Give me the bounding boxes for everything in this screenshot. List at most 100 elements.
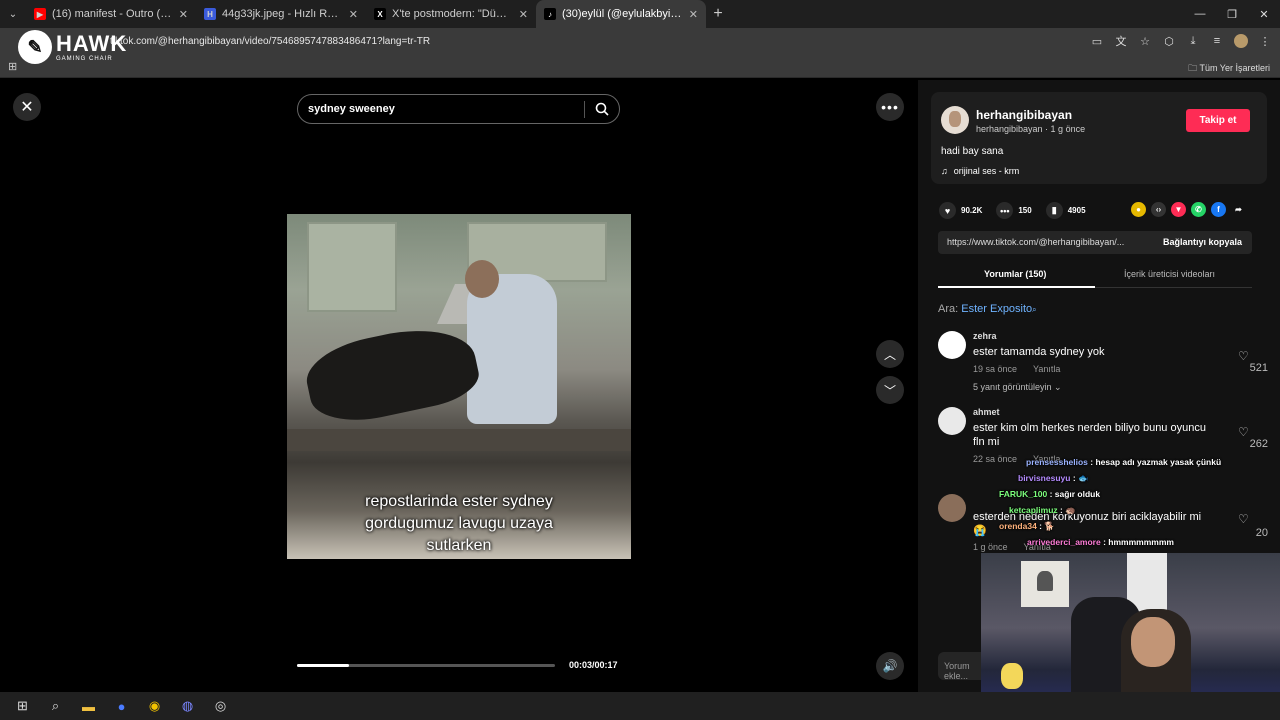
extensions-icon[interactable]: ⬡ xyxy=(1162,34,1176,48)
search-input[interactable]: sydney sweeney xyxy=(308,103,395,115)
search-bar[interactable]: sydney sweeney xyxy=(297,94,620,124)
next-video-button[interactable]: ﹀ xyxy=(876,376,904,404)
restore-icon[interactable]: ❐ xyxy=(1216,0,1248,28)
comment-author[interactable]: zehra xyxy=(973,331,997,341)
bookmarks-bar: ⊞ 🗀 Tüm Yer İşaretleri xyxy=(0,56,1280,78)
embed-icon[interactable]: ‹› xyxy=(1151,202,1166,217)
tab-close-icon[interactable]: ✕ xyxy=(689,8,698,21)
view-replies-button[interactable]: 5 yanıt görüntüleyin ⌄ xyxy=(973,382,1062,393)
music-note-icon: ♫ xyxy=(941,166,948,176)
comment-author[interactable]: ahmet xyxy=(973,407,1000,417)
whatsapp-icon[interactable]: ✆ xyxy=(1191,202,1206,217)
hawk-logo: ✎ HAWK GAMING CHAIR xyxy=(18,30,127,64)
tab-close-icon[interactable]: ✕ xyxy=(179,8,188,21)
browser-tab[interactable]: ▶ (16) manifest - Outro (Extended) ✕ xyxy=(26,0,196,28)
url-field[interactable]: tiktok.com/@herhangibibayan/video/754689… xyxy=(110,36,430,47)
tab-close-icon[interactable]: ✕ xyxy=(349,8,358,21)
comment-like-icon[interactable]: ♡ xyxy=(1238,349,1249,363)
progress-bar[interactable] xyxy=(297,664,555,667)
like-button[interactable]: ♥ 90.2K xyxy=(939,202,982,219)
chat-message: prensesshelios : hesap adı yazmak yasak … xyxy=(1026,457,1221,467)
avatar[interactable] xyxy=(938,494,966,522)
volume-button[interactable]: 🔊 xyxy=(876,652,904,680)
obs-icon[interactable]: ◎ xyxy=(204,692,237,720)
video-frame[interactable]: repostlarinda ester sydney gordugumuz la… xyxy=(287,214,631,559)
avatar[interactable] xyxy=(938,407,966,435)
search-icon[interactable]: ⌕ xyxy=(39,692,72,720)
chat-message: birvisnesuyu : 🐟 xyxy=(1018,473,1089,484)
tab-title: (30)eylül (@eylulakbyik) | Ti xyxy=(562,8,683,20)
search-term[interactable]: Ester Exposito xyxy=(961,303,1032,315)
facebook-icon[interactable]: f xyxy=(1211,202,1226,217)
reply-button[interactable]: Yanıtla xyxy=(1033,364,1060,374)
tab-close-icon[interactable]: ✕ xyxy=(519,8,528,21)
browser-tab[interactable]: H 44g33jk.jpeg - Hızlı Resim ✕ xyxy=(196,0,366,28)
close-window-icon[interactable]: ✕ xyxy=(1248,0,1280,28)
browser-tab[interactable]: X X'te postmodern: "Dün gece ✕ xyxy=(366,0,536,28)
comment-text: ester kim olm herkes nerden biliyo bunu … xyxy=(973,422,1206,448)
more-options-button[interactable]: ••• xyxy=(876,93,904,121)
translate-icon[interactable]: 文 xyxy=(1114,34,1128,48)
chevron-up-icon: ︿ xyxy=(883,347,896,362)
comment-button[interactable]: ••• 150 xyxy=(996,202,1032,219)
avatar[interactable] xyxy=(941,106,969,134)
tab-search-button[interactable]: ⌄ xyxy=(0,0,26,28)
user-subline: herhangibibayan · 1 g önce xyxy=(976,124,1086,134)
tab-bar: ⌄ ▶ (16) manifest - Outro (Extended) ✕ H… xyxy=(0,0,1280,28)
chat-message: FARUK_100 : sağır olduk xyxy=(999,489,1100,499)
comment-like-icon[interactable]: ♡ xyxy=(1238,512,1249,526)
menu-icon[interactable]: ⋮ xyxy=(1258,34,1272,48)
cast-icon[interactable]: ▭ xyxy=(1090,34,1104,48)
follow-button[interactable]: Takip et xyxy=(1186,109,1250,132)
send-icon[interactable]: ▼ xyxy=(1171,202,1186,217)
previous-video-button[interactable]: ︿ xyxy=(876,340,904,368)
related-search[interactable]: Ara: Ester Exposito⌕ xyxy=(938,303,1037,315)
caption-line: sutlarken xyxy=(426,537,492,554)
discord-icon[interactable]: ◍ xyxy=(171,692,204,720)
profile-avatar[interactable] xyxy=(1234,34,1248,48)
music-link[interactable]: ♫ orijinal ses - krm xyxy=(941,166,1019,176)
new-tab-button[interactable]: + xyxy=(706,5,730,23)
video-player[interactable]: sydney sweeney repostlarinda ester sydne… xyxy=(287,80,631,692)
windows-icon[interactable]: ⊞ xyxy=(6,692,39,720)
apps-icon[interactable]: ⊞ xyxy=(8,60,17,73)
share-buttons: ● ‹› ▼ ✆ f ➦ xyxy=(1131,202,1246,217)
coin-icon[interactable]: ● xyxy=(1131,202,1146,217)
copy-link-button[interactable]: Bağlantıyı kopyala xyxy=(1163,237,1242,247)
all-bookmarks[interactable]: 🗀 Tüm Yer İşaretleri xyxy=(1188,61,1270,77)
save-count: 4905 xyxy=(1067,206,1086,215)
comment-time: 19 sa önce xyxy=(973,364,1018,374)
minimize-icon[interactable]: — xyxy=(1184,0,1216,28)
tab-creator-videos[interactable]: İçerik üreticisi videoları xyxy=(1124,269,1215,279)
username[interactable]: herhangibibayan xyxy=(976,108,1072,122)
comment-time: 1 g önce xyxy=(973,542,1008,552)
app-icon[interactable]: ● xyxy=(105,692,138,720)
tab-comments[interactable]: Yorumlar (150) xyxy=(984,269,1046,279)
folder-icon[interactable]: ▬ xyxy=(72,692,105,720)
star-icon[interactable]: ☆ xyxy=(1138,34,1152,48)
share-arrow-icon[interactable]: ➦ xyxy=(1231,202,1246,217)
reading-list-icon[interactable]: ≡ xyxy=(1210,34,1224,48)
search-divider xyxy=(584,101,585,118)
comment-like-icon[interactable]: ♡ xyxy=(1238,425,1249,439)
tab-title: (16) manifest - Outro (Extended) xyxy=(52,8,173,20)
video-time: 00:03/00:17 xyxy=(569,660,618,670)
chrome-icon[interactable]: ◉ xyxy=(138,692,171,720)
link-box: https://www.tiktok.com/@herhangibibayan/… xyxy=(938,231,1252,254)
counter xyxy=(287,429,631,451)
search-icon[interactable] xyxy=(595,102,609,116)
close-video-button[interactable]: ✕ xyxy=(13,93,41,121)
chat-text: : 🦔 xyxy=(1060,505,1076,515)
browser-tab-active[interactable]: ♪ (30)eylül (@eylulakbyik) | Ti ✕ xyxy=(536,0,706,28)
close-icon: ✕ xyxy=(20,99,34,116)
save-button[interactable]: ▮ 4905 xyxy=(1045,202,1086,219)
download-icon[interactable]: ⤓ xyxy=(1186,34,1200,48)
chat-text: : hesap adı yazmak yasak çünkü xyxy=(1090,457,1222,467)
chat-text: : 🐕 xyxy=(1039,521,1055,531)
comment-like-count: 20 xyxy=(1255,527,1268,539)
chat-user: FARUK_100 xyxy=(999,489,1048,499)
chat-user: orenda34 xyxy=(999,521,1037,531)
post-link[interactable]: https://www.tiktok.com/@herhangibibayan/… xyxy=(947,237,1147,247)
avatar[interactable] xyxy=(938,331,966,359)
chat-message: orenda34 : 🐕 xyxy=(999,521,1055,532)
